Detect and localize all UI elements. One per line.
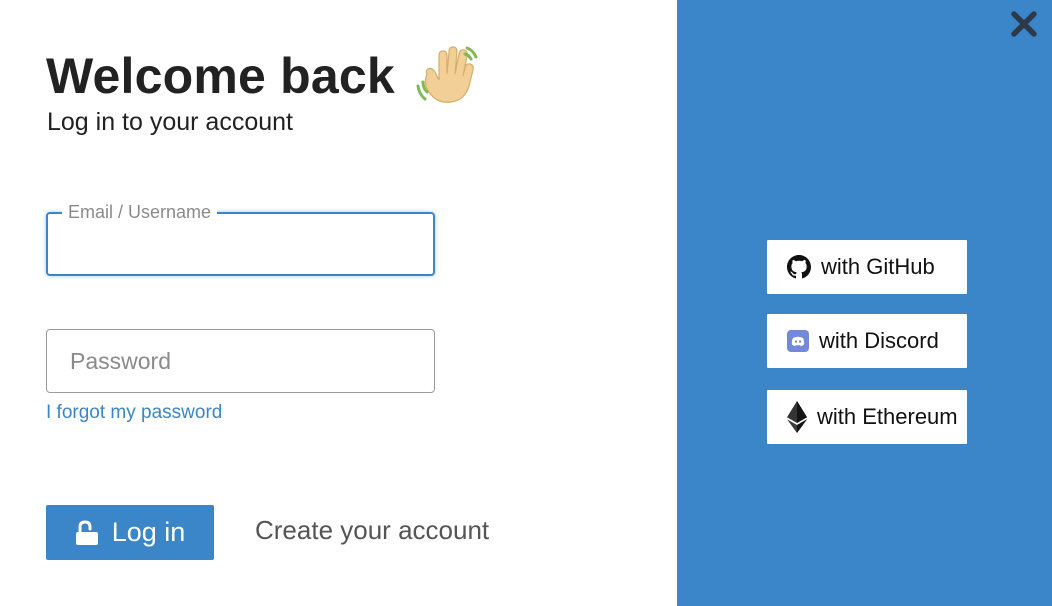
unlock-icon <box>75 519 98 545</box>
ethereum-icon <box>787 401 807 433</box>
page-subtitle: Log in to your account <box>47 108 293 136</box>
password-input[interactable] <box>47 330 434 392</box>
password-field[interactable] <box>46 329 435 393</box>
github-icon <box>787 255 811 279</box>
create-account-link[interactable]: Create your account <box>255 515 489 546</box>
email-field[interactable]: Email / Username <box>46 202 435 276</box>
login-button[interactable]: Log in <box>46 505 214 560</box>
oauth-panel <box>677 0 1052 606</box>
waving-hand-icon <box>416 46 478 103</box>
login-button-label: Log in <box>111 517 186 547</box>
login-panel: Welcome back Log in to your account Emai… <box>0 0 677 606</box>
forgot-password-link[interactable]: I forgot my password <box>46 402 222 424</box>
title-row: Welcome back <box>46 44 479 108</box>
github-login-label: with GitHub <box>821 254 935 279</box>
page-title: Welcome back <box>46 48 395 104</box>
discord-icon <box>787 330 809 352</box>
discord-login-button[interactable]: with Discord <box>767 314 967 368</box>
ethereum-login-button[interactable]: with Ethereum <box>767 390 967 444</box>
email-input[interactable] <box>48 214 433 274</box>
github-login-button[interactable]: with GitHub <box>767 240 967 294</box>
discord-login-label: with Discord <box>819 328 939 353</box>
ethereum-login-label: with Ethereum <box>817 404 958 429</box>
close-icon[interactable] <box>1008 8 1040 40</box>
